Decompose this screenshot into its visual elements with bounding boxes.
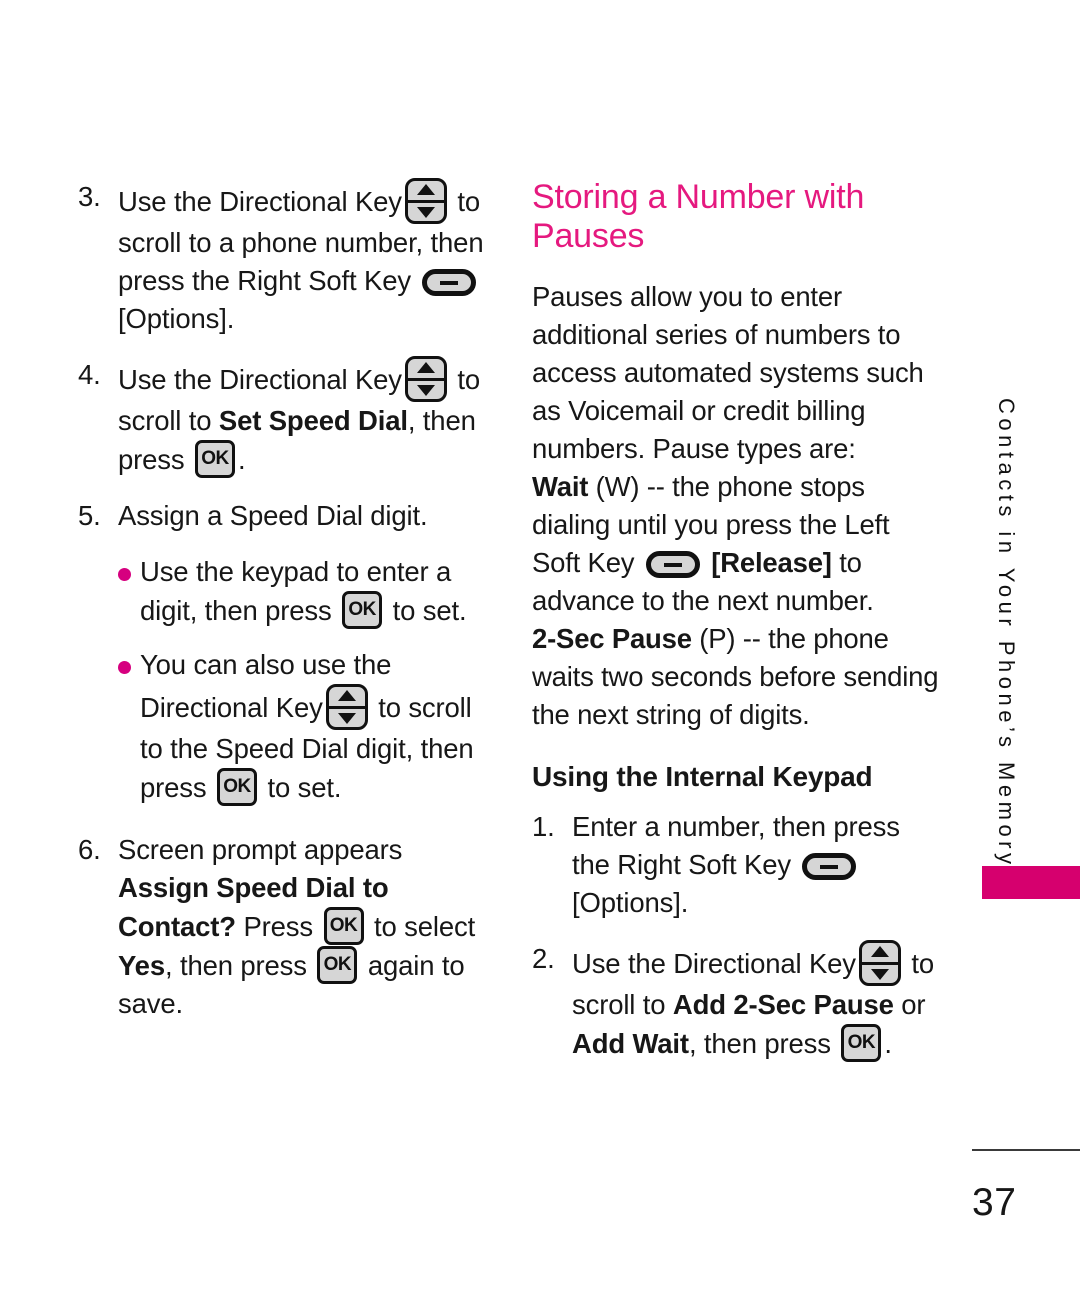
step-4-text-4: . <box>238 444 246 475</box>
bullet-dot-icon <box>118 661 131 674</box>
ok-key-icon: OK <box>317 946 358 984</box>
ok-key-icon: OK <box>195 440 235 478</box>
wait-definition: Wait (W) -- the phone stops dialing unti… <box>532 468 944 620</box>
bullet-dot-icon <box>118 568 131 581</box>
step-3-number: 3. <box>78 181 101 212</box>
bullet-2-body: You can also use the Directional Key to … <box>140 646 498 807</box>
chapter-tab <box>982 866 1080 899</box>
footer-rule <box>972 1149 1080 1151</box>
bullet-keypad-entry: Use the keypad to enter a digit, then pr… <box>118 553 498 630</box>
ok-key-icon: OK <box>323 907 364 945</box>
keypad-step-2-text-1: Use the Directional Key <box>572 948 856 979</box>
pause-definition: 2-Sec Pause (P) -- the phone waits two s… <box>532 620 944 734</box>
keypad-step-2-text-4: , then press <box>688 1028 831 1059</box>
step-3: 3. Use the Directional Key to scroll to … <box>78 178 498 338</box>
step-5-number: 5. <box>78 500 101 531</box>
step-6-text-1: Screen prompt appears <box>118 834 403 865</box>
step-6-text-2: Press <box>235 911 314 942</box>
step-6-body: Screen prompt appears Assign Speed Dial … <box>118 831 498 1023</box>
soft-key-icon <box>802 853 857 880</box>
soft-key-icon <box>645 551 700 578</box>
ok-key-icon: OK <box>841 1024 882 1062</box>
section-title: Storing a Number with Pauses <box>532 178 865 255</box>
step-3-text-1: Use the Directional Key <box>118 186 402 217</box>
keypad-step-2-text-3: or <box>893 989 926 1020</box>
soft-key-icon <box>422 269 477 296</box>
ok-key-icon: OK <box>342 591 383 629</box>
bullet-directional-key-entry: You can also use the Directional Key to … <box>118 646 498 807</box>
bullet-1-text-2: to set. <box>392 595 467 626</box>
directional-key-icon <box>858 940 901 986</box>
step-4-number: 4. <box>78 359 101 390</box>
left-column: 3. Use the Directional Key to scroll to … <box>78 178 498 1041</box>
bullet-1-body: Use the keypad to enter a digit, then pr… <box>140 553 498 630</box>
directional-key-icon <box>325 684 368 730</box>
keypad-step-2: 2. Use the Directional Key to scroll to … <box>532 940 944 1063</box>
keypad-step-2-body: Use the Directional Key to scroll to Add… <box>572 940 944 1063</box>
step-4-body: Use the Directional Key to scroll to Set… <box>118 356 498 479</box>
intro-paragraph: Pauses allow you to enter additional ser… <box>532 281 924 464</box>
keypad-step-2-text-5: . <box>884 1028 892 1059</box>
step-3-text-3: [Options]. <box>118 303 235 334</box>
keypad-step-2-number: 2. <box>532 943 555 974</box>
keypad-step-1-text-2: [Options]. <box>572 887 689 918</box>
step-6-text-3: to select <box>374 911 476 942</box>
keypad-step-2-bold-add-wait: Add Wait <box>572 1028 689 1059</box>
step-5-body: Assign a Speed Dial digit. <box>118 497 498 535</box>
step-4: 4. Use the Directional Key to scroll to … <box>78 356 498 479</box>
step-3-body: Use the Directional Key to scroll to a p… <box>118 178 498 338</box>
step-6-bold-yes: Yes <box>118 950 165 981</box>
step-6-number: 6. <box>78 834 101 865</box>
running-head-text: Contacts in Your Phone’s Memory <box>994 398 1019 869</box>
manual-page: 3. Use the Directional Key to scroll to … <box>0 0 1080 1295</box>
step-4-bold-set-speed-dial: Set Speed Dial <box>218 405 408 436</box>
ok-key-icon: OK <box>217 768 257 806</box>
keypad-step-2-bold-add-2sec-pause: Add 2-Sec Pause <box>672 989 894 1020</box>
step-5-text-1: Assign a Speed Dial digit. <box>118 500 428 531</box>
release-label: [Release] <box>711 547 832 578</box>
keypad-step-1: 1. Enter a number, then press the Right … <box>532 808 944 922</box>
bullet-2-text-3: to set. <box>267 772 342 803</box>
step-5: 5. Assign a Speed Dial digit. <box>78 497 498 535</box>
subsection-title: Using the Internal Keypad <box>532 761 873 792</box>
step-4-text-1: Use the Directional Key <box>118 364 402 395</box>
running-head: Contacts in Your Phone’s Memory <box>986 398 1026 869</box>
keypad-step-1-number: 1. <box>532 811 555 842</box>
right-column: Storing a Number with Pauses Pauses allo… <box>532 178 944 1081</box>
directional-key-icon <box>404 178 447 224</box>
step-6-text-4: , then press <box>164 950 307 981</box>
pause-term: 2-Sec Pause <box>532 623 692 654</box>
directional-key-icon <box>404 356 447 402</box>
keypad-step-1-body: Enter a number, then press the Right Sof… <box>572 808 944 922</box>
page-number: 37 <box>972 1181 1017 1224</box>
wait-term: Wait <box>532 471 589 502</box>
step-6: 6. Screen prompt appears Assign Speed Di… <box>78 831 498 1023</box>
